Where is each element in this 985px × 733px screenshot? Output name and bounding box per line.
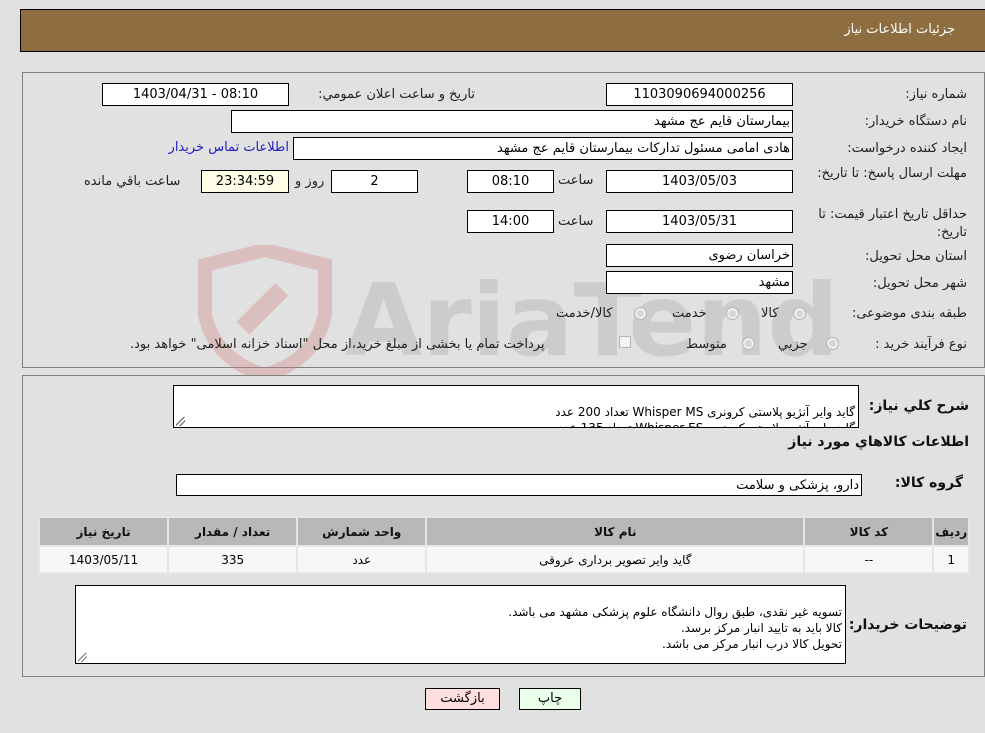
province-field: خراسان رضوی (606, 244, 793, 267)
items-table: ردیف کد کالا نام کالا واحد شمارش تعداد /… (38, 516, 970, 574)
creator-label: ایجاد کننده درخواست: (847, 141, 967, 156)
purchase-partial-label: جزيي (778, 337, 808, 352)
price-validity-date: 1403/05/31 (606, 210, 793, 233)
back-button[interactable]: بازگشت (425, 688, 500, 710)
reply-deadline-date: 1403/05/03 (606, 170, 793, 193)
remaining-time: 23:34:59 (201, 170, 289, 193)
city-field: مشهد (606, 271, 793, 294)
description-label: شرح کلي نیاز: (868, 398, 969, 414)
purchase-type-label: نوع فرآیند خرید : (875, 337, 967, 352)
treasury-checkbox[interactable] (619, 336, 631, 348)
price-time-label: ساعت (558, 214, 594, 229)
buyer-notes-text: تسویه غیر نقدی، طبق روال دانشگاه علوم پز… (508, 605, 842, 651)
category-goods-service-radio[interactable] (634, 307, 647, 320)
page-header: جزئیات اطلاعات نیاز (20, 9, 985, 52)
need-number-field: 1103090694000256 (606, 83, 793, 106)
items-section-title: اطلاعات کالاهاي مورد نیاز (788, 434, 969, 450)
print-button[interactable]: چاپ (519, 688, 581, 710)
treasury-note: پرداخت تمام یا بخشی از مبلغ خرید،از محل … (130, 337, 545, 352)
purchase-medium-radio[interactable] (742, 337, 755, 350)
buyer-notes-textarea[interactable]: تسویه غیر نقدی، طبق روال دانشگاه علوم پز… (75, 585, 846, 664)
announce-field: 1403/04/31 - 08:10 (102, 83, 289, 106)
reply-deadline-time: 08:10 (467, 170, 554, 193)
goods-group-field: دارو، پزشکی و سلامت (176, 474, 862, 496)
resize-grip-icon[interactable] (78, 653, 87, 662)
buyer-org-label: نام دستگاه خریدار: (864, 114, 967, 129)
cell-row-num: 1 (934, 547, 968, 572)
category-service-radio[interactable] (726, 307, 739, 320)
items-table-wrap: ردیف کد کالا نام کالا واحد شمارش تعداد /… (38, 516, 970, 574)
page-title: جزئیات اطلاعات نیاز (844, 22, 955, 37)
category-service-label: خدمت (672, 306, 707, 321)
cell-unit: عدد (298, 547, 426, 572)
col-header-unit: واحد شمارش (298, 518, 426, 545)
buyer-notes-label: توضیحات خریدار: (848, 617, 967, 633)
reply-deadline-label: مهلت ارسال پاسخ: تا تاریخ: (817, 166, 967, 181)
col-header-code: کد کالا (805, 518, 933, 545)
remaining-label: ساعت باقي مانده (84, 174, 181, 189)
remaining-days: 2 (331, 170, 418, 193)
announce-label: تاریخ و ساعت اعلان عمومي: (318, 87, 475, 102)
col-header-row-num: ردیف (934, 518, 968, 545)
resize-grip-icon[interactable] (176, 417, 185, 426)
price-validity-time: 14:00 (467, 210, 554, 233)
creator-field: هادی امامی مسئول تدارکات بیمارستان قایم … (293, 137, 793, 160)
category-label: طبقه بندی موضوعی: (851, 306, 967, 321)
cell-code: -- (805, 547, 933, 572)
buyer-org-field: بیمارستان قایم عج مشهد (231, 110, 793, 133)
price-validity-label: حداقل تاریخ اعتبار قیمت: تا تاریخ: (818, 207, 967, 240)
col-header-date: تاریخ نیاز (40, 518, 168, 545)
purchase-partial-radio[interactable] (826, 337, 839, 350)
cell-date: 1403/05/11 (40, 547, 168, 572)
days-label: روز و (295, 174, 325, 189)
category-goods-radio[interactable] (793, 307, 806, 320)
category-goods-service-label: کالا/خدمت (556, 306, 613, 321)
description-text: گاید وایر آنژیو پلاستی کرونری Whisper MS… (555, 405, 855, 428)
city-label: شهر محل تحویل: (872, 276, 967, 291)
buyer-contact-link[interactable]: اطلاعات تماس خریدار (169, 140, 289, 155)
table-row: 1 -- گاید وایر تصویر برداری عروقی عدد 33… (40, 547, 968, 572)
table-header-row: ردیف کد کالا نام کالا واحد شمارش تعداد /… (40, 518, 968, 545)
col-header-name: نام کالا (427, 518, 804, 545)
goods-group-label: گروه کالا: (894, 475, 963, 491)
need-number-label: شماره نیاز: (905, 87, 967, 102)
cell-name: گاید وایر تصویر برداری عروقی (427, 547, 804, 572)
cell-quantity: 335 (169, 547, 297, 572)
category-goods-label: کالا (761, 306, 779, 321)
purchase-medium-label: متوسط (686, 337, 727, 352)
province-label: استان محل تحویل: (865, 249, 967, 264)
description-textarea[interactable]: گاید وایر آنژیو پلاستی کرونری Whisper MS… (173, 385, 859, 428)
reply-time-label: ساعت (558, 173, 594, 188)
col-header-quantity: تعداد / مقدار (169, 518, 297, 545)
